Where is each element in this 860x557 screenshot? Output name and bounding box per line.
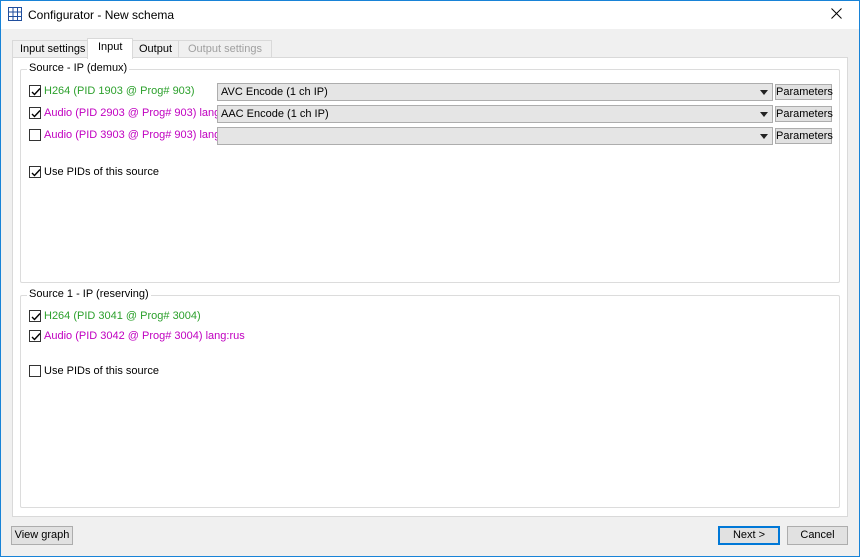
use-pids-row: Use PIDs of this source xyxy=(21,165,321,181)
stream-checkbox[interactable] xyxy=(29,85,41,97)
source-demux-group: Source - IP (demux) H264 (PID 1903 @ Pro… xyxy=(20,62,840,283)
tab-input-settings[interactable]: Input settings xyxy=(12,40,94,58)
parameters-button[interactable]: Parameters xyxy=(775,84,833,100)
tab-input[interactable]: Input xyxy=(87,38,134,59)
checkmark-icon xyxy=(31,313,41,321)
stream-label[interactable]: H264 (PID 1903 @ Prog# 903) xyxy=(44,85,195,97)
parameters-button[interactable]: Parameters xyxy=(775,106,833,122)
use-pids-label[interactable]: Use PIDs of this source xyxy=(44,365,159,377)
stream-label[interactable]: Audio (PID 3042 @ Prog# 3004) lang:rus xyxy=(44,330,245,342)
stream-checkbox[interactable] xyxy=(29,107,41,119)
close-button[interactable] xyxy=(813,1,859,29)
dropdown-arrow-icon xyxy=(760,112,768,117)
stream-row: H264 (PID 3041 @ Prog# 3004) xyxy=(21,309,421,325)
source-demux-title: Source - IP (demux) xyxy=(27,62,130,74)
encoder-select-value: AAC Encode (1 ch IP) xyxy=(221,108,329,120)
stream-label[interactable]: Audio (PID 3903 @ Prog# 903) lang:eng xyxy=(44,129,242,141)
checkmark-icon xyxy=(31,110,41,118)
checkmark-icon xyxy=(31,333,41,341)
stream-label[interactable]: H264 (PID 3041 @ Prog# 3004) xyxy=(44,310,201,322)
stream-row: Audio (PID 3903 @ Prog# 903) lang:eng Pa… xyxy=(21,127,839,145)
stream-label[interactable]: Audio (PID 2903 @ Prog# 903) lang:rus xyxy=(44,107,239,119)
dropdown-arrow-icon xyxy=(760,134,768,139)
view-graph-button[interactable]: View graph xyxy=(11,526,73,545)
next-button[interactable]: Next > xyxy=(718,526,780,545)
configurator-window: Configurator - New schema Input settings… xyxy=(0,0,860,557)
cancel-button[interactable]: Cancel xyxy=(787,526,848,545)
use-pids-checkbox[interactable] xyxy=(29,365,41,377)
checkmark-icon xyxy=(31,169,41,177)
close-icon xyxy=(830,8,842,22)
stream-checkbox[interactable] xyxy=(29,310,41,322)
encoder-select[interactable]: AAC Encode (1 ch IP) xyxy=(217,105,773,123)
stream-checkbox[interactable] xyxy=(29,330,41,342)
stream-checkbox[interactable] xyxy=(29,129,41,141)
parameters-button[interactable]: Parameters xyxy=(775,128,833,144)
encoder-select[interactable]: AVC Encode (1 ch IP) xyxy=(217,83,773,101)
window-title: Configurator - New schema xyxy=(28,8,175,22)
use-pids-row: Use PIDs of this source xyxy=(21,364,321,380)
grid-app-icon xyxy=(8,7,22,21)
input-tab-page: Source - IP (demux) H264 (PID 1903 @ Pro… xyxy=(12,57,848,517)
dropdown-arrow-icon xyxy=(760,90,768,95)
encoder-select[interactable] xyxy=(217,127,773,145)
stream-row: Audio (PID 2903 @ Prog# 903) lang:rus AA… xyxy=(21,105,839,123)
encoder-select-value: AVC Encode (1 ch IP) xyxy=(221,86,328,98)
source-reserving-group: Source 1 - IP (reserving) H264 (PID 3041… xyxy=(20,288,840,508)
tab-output[interactable]: Output xyxy=(131,40,181,58)
title-bar: Configurator - New schema xyxy=(1,1,859,29)
checkmark-icon xyxy=(31,88,41,96)
use-pids-checkbox[interactable] xyxy=(29,166,41,178)
use-pids-label[interactable]: Use PIDs of this source xyxy=(44,166,159,178)
source-reserving-title: Source 1 - IP (reserving) xyxy=(27,288,151,300)
stream-row: Audio (PID 3042 @ Prog# 3004) lang:rus xyxy=(21,329,421,345)
tab-output-settings: Output settings xyxy=(178,40,272,58)
stream-row: H264 (PID 1903 @ Prog# 903) AVC Encode (… xyxy=(21,83,839,101)
